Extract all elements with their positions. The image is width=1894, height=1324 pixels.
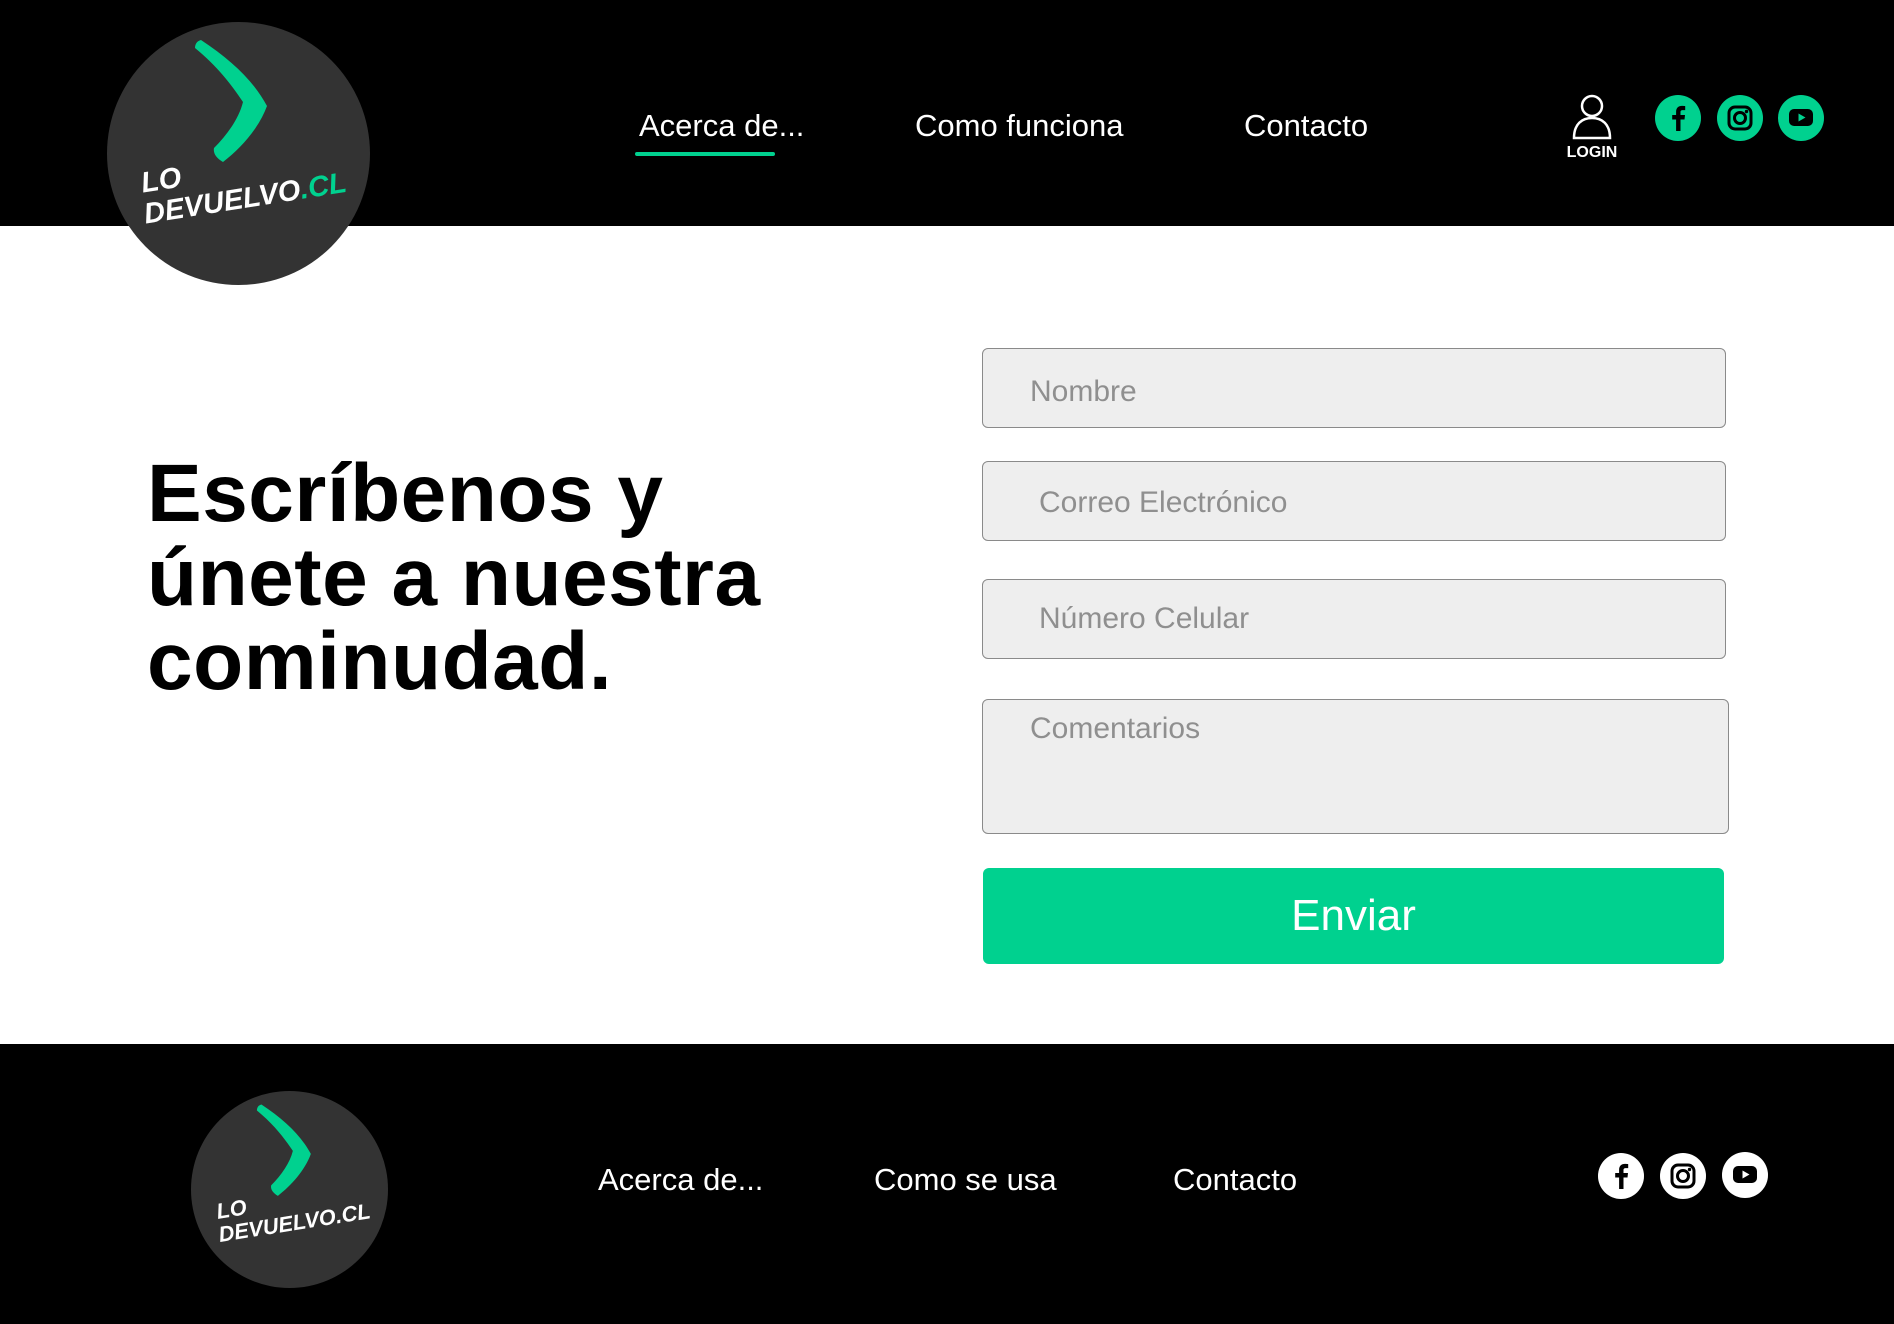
- boomerang-logo-mark: LO DEVUELVO.CL: [139, 40, 349, 231]
- email-placeholder: Correo Electrónico: [1039, 486, 1288, 519]
- site-logo[interactable]: LO DEVUELVO.CL: [107, 22, 370, 285]
- nav-active-indicator: [635, 152, 775, 156]
- nav-contacto[interactable]: Contacto: [1244, 108, 1368, 144]
- name-field[interactable]: Nombre: [982, 348, 1726, 428]
- youtube-icon: [1733, 1166, 1757, 1183]
- footer-youtube-link[interactable]: [1722, 1152, 1768, 1198]
- phone-placeholder: Número Celular: [1039, 602, 1250, 635]
- user-icon: [1572, 94, 1612, 140]
- email-field[interactable]: Correo Electrónico: [982, 461, 1726, 541]
- instagram-link[interactable]: [1717, 95, 1763, 141]
- youtube-link[interactable]: [1778, 95, 1824, 141]
- footer-link-acerca-de[interactable]: Acerca de...: [598, 1162, 763, 1198]
- boomerang-logo-mark: LO DEVUELVO.CL: [215, 1104, 372, 1247]
- comments-textarea[interactable]: Comentarios: [982, 699, 1729, 834]
- nav-acerca-de[interactable]: Acerca de...: [639, 108, 804, 144]
- footer-link-como-se-usa[interactable]: Como se usa: [874, 1162, 1057, 1198]
- facebook-icon: [1615, 1163, 1629, 1189]
- name-placeholder: Nombre: [1030, 375, 1137, 408]
- footer-link-contacto[interactable]: Contacto: [1173, 1162, 1297, 1198]
- contact-page: Acerca de... Como funciona Contacto LOGI…: [0, 0, 1894, 1324]
- phone-field[interactable]: Número Celular: [982, 579, 1726, 659]
- headline-line-2: únete a nuestra: [147, 532, 761, 623]
- footer-logo[interactable]: LO DEVUELVO.CL: [191, 1091, 388, 1288]
- page-headline: Escríbenos y únete a nuestra cominudad.: [147, 452, 867, 704]
- submit-button[interactable]: Enviar: [983, 868, 1724, 964]
- instagram-icon: [1727, 105, 1753, 131]
- login-button[interactable]: LOGIN: [1562, 92, 1622, 166]
- facebook-link[interactable]: [1655, 95, 1701, 141]
- footer-instagram-link[interactable]: [1660, 1153, 1706, 1199]
- footer-facebook-link[interactable]: [1598, 1153, 1644, 1199]
- instagram-icon: [1670, 1163, 1696, 1189]
- headline-line-3: cominudad.: [147, 616, 613, 707]
- login-label: LOGIN: [1566, 144, 1618, 161]
- youtube-icon: [1789, 109, 1813, 126]
- nav-como-funciona[interactable]: Como funciona: [915, 108, 1124, 144]
- facebook-icon: [1672, 105, 1686, 131]
- comments-placeholder: Comentarios: [1030, 712, 1201, 745]
- headline-line-1: Escríbenos y: [147, 448, 664, 539]
